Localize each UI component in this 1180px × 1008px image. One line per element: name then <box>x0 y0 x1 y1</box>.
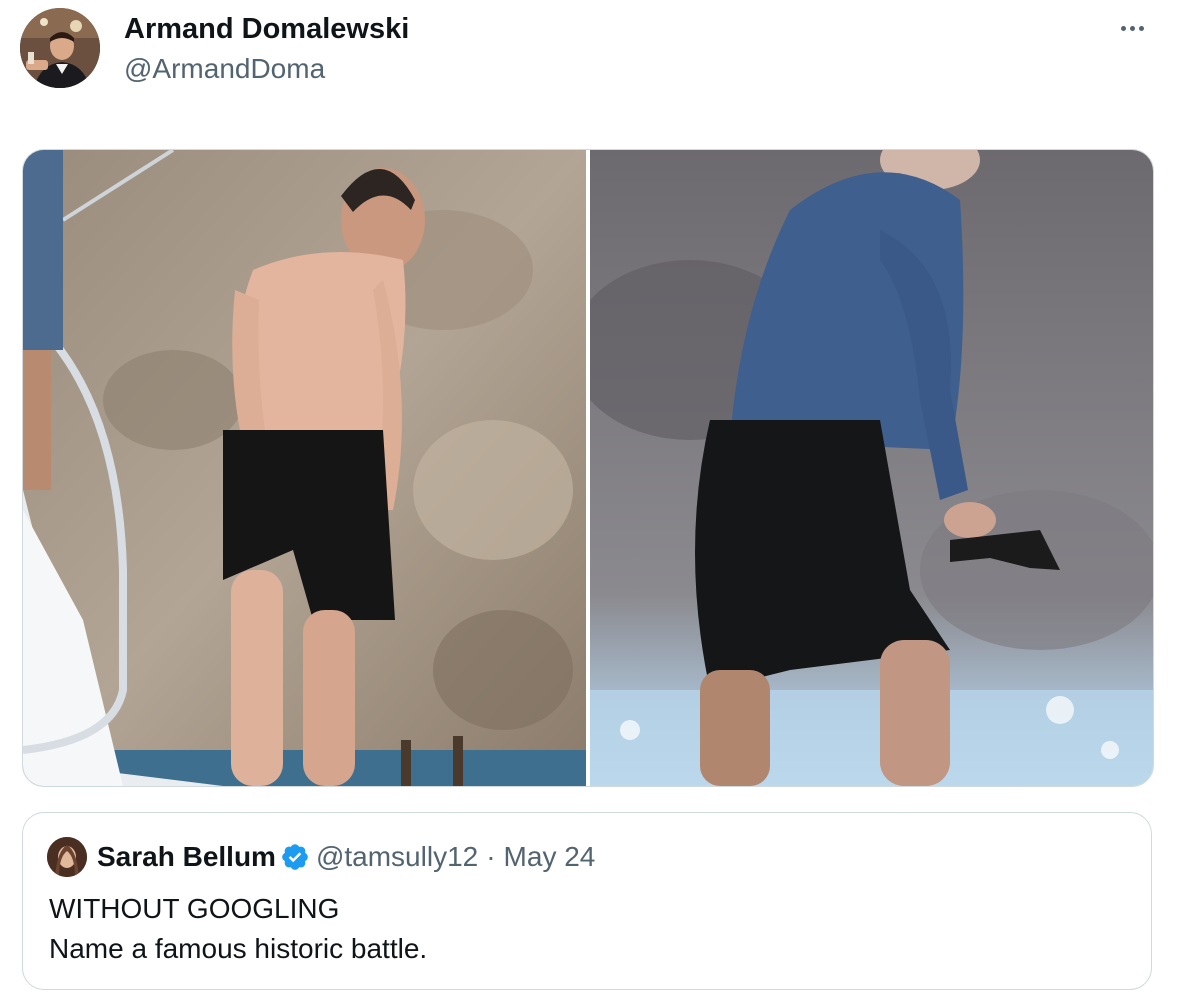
quoted-author-name[interactable]: Sarah Bellum <box>97 839 276 875</box>
quoted-author-avatar[interactable] <box>47 837 87 877</box>
photo-left[interactable] <box>23 150 586 786</box>
tweet-media <box>22 149 1154 787</box>
more-options-icon-dot <box>1129 25 1135 31</box>
meta-separator: · <box>486 841 496 872</box>
verified-badge-icon <box>282 844 308 870</box>
more-options-icon-dot <box>1138 25 1144 31</box>
shirtless-man-photo-icon <box>23 150 586 786</box>
quoted-tweet-line: WITHOUT GOOGLING <box>49 893 340 924</box>
author-handle[interactable]: @ArmandDoma <box>124 52 325 86</box>
quoted-tweet[interactable]: Sarah Bellum @tamsully12 · May 24 WITHOU… <box>22 812 1152 990</box>
quoted-tweet-text: WITHOUT GOOGLING Name a famous historic … <box>49 889 427 969</box>
author-display-name[interactable]: Armand Domalewski <box>124 12 409 46</box>
quoted-author-handle[interactable]: @tamsully12 <box>316 839 478 875</box>
tweet: Armand Domalewski @ArmandDoma Sarah Bell… <box>0 0 1180 1008</box>
quoted-tweet-date[interactable]: May 24 <box>504 839 596 875</box>
profile-photo-icon <box>20 8 100 88</box>
man-blue-shirt-photo-icon <box>590 150 1153 786</box>
quoted-tweet-line: Name a famous historic battle. <box>49 933 428 964</box>
photo-right[interactable] <box>590 150 1153 786</box>
quoted-profile-photo-icon <box>47 837 87 877</box>
author-avatar[interactable] <box>20 8 100 88</box>
more-options-icon <box>1120 25 1126 31</box>
quoted-tweet-header: Sarah Bellum @tamsully12 · May 24 <box>97 839 595 875</box>
more-options-button[interactable] <box>1112 16 1152 40</box>
